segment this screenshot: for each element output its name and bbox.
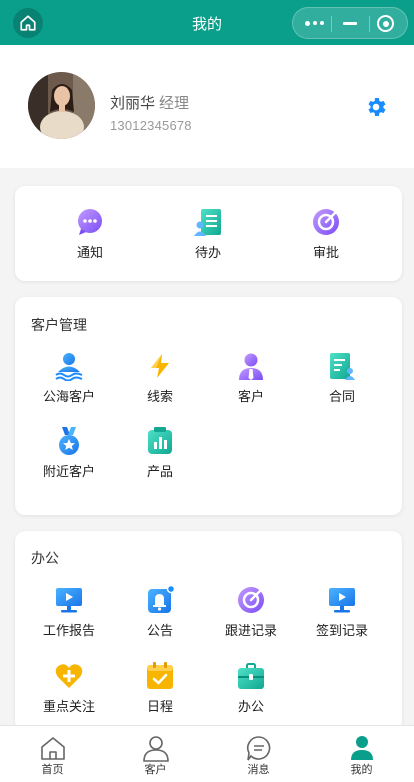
office-item-label: 跟进记录 [224, 623, 277, 638]
briefcase-icon [238, 663, 264, 689]
customer-item-label: 线索 [146, 389, 173, 404]
tab-messages[interactable]: 消息 [207, 726, 310, 782]
customer-item-contracts[interactable]: 合同 [297, 351, 387, 405]
profile-section: 刘丽华 经理 13012345678 [0, 45, 414, 168]
monitor-icon [329, 588, 355, 613]
user-name: 刘丽华 [110, 95, 156, 112]
approval-icon [313, 209, 339, 235]
office-item-check-in[interactable]: 签到记录 [297, 585, 387, 639]
product-chart-icon [148, 427, 172, 454]
bottom-tab-bar: 首页 客户 消息 我的 [0, 725, 414, 782]
office-card: 办公 工作报告 公告 跟进记录 签到记录 重点关注 日程 办公 [15, 531, 402, 731]
customer-icon [239, 353, 263, 380]
customer-management-card: 客户管理 公海客户 线索 客户 合同 附近客户 产品 [15, 297, 402, 515]
tab-customers[interactable]: 客户 [104, 726, 207, 782]
sea-customer-icon [55, 353, 83, 381]
home-icon [40, 737, 65, 760]
customer-item-leads[interactable]: 线索 [115, 351, 205, 405]
customer-item-customers[interactable]: 客户 [206, 351, 296, 405]
follow-up-icon [238, 587, 264, 613]
quick-actions-card: 通知 待办 审批 [15, 186, 402, 281]
customer-item-label: 客户 [237, 389, 264, 404]
office-item-office[interactable]: 办公 [206, 661, 296, 715]
minimize-button[interactable] [343, 22, 357, 25]
monitor-icon [56, 588, 82, 613]
quick-item-label: 待办 [194, 245, 221, 260]
office-item-announcement[interactable]: 公告 [115, 585, 205, 639]
settings-gear-icon[interactable] [364, 95, 388, 119]
tab-label: 我的 [350, 764, 373, 776]
calendar-icon [147, 662, 173, 689]
chat-icon [246, 736, 270, 761]
office-item-label: 办公 [237, 699, 264, 714]
mini-program-capsule [292, 7, 408, 39]
customer-item-products[interactable]: 产品 [115, 426, 205, 480]
customer-item-label: 产品 [146, 464, 173, 479]
quick-item-label: 通知 [76, 245, 103, 260]
close-button[interactable] [377, 15, 394, 32]
medal-icon [59, 427, 79, 455]
office-item-schedule[interactable]: 日程 [115, 661, 205, 715]
lightning-icon [151, 354, 169, 378]
office-item-key-focus[interactable]: 重点关注 [24, 661, 114, 715]
office-item-follow-up[interactable]: 跟进记录 [206, 585, 296, 639]
heart-plus-icon [55, 664, 83, 688]
tab-label: 客户 [144, 764, 167, 776]
user-phone: 13012345678 [110, 118, 192, 133]
user-role: 经理 [159, 95, 190, 112]
office-item-label: 日程 [146, 699, 173, 714]
contract-icon [330, 353, 355, 380]
task-list-icon [194, 209, 221, 236]
office-item-label: 工作报告 [42, 623, 95, 638]
office-item-work-report[interactable]: 工作报告 [24, 585, 114, 639]
quick-item-approval[interactable]: 审批 [281, 207, 371, 261]
office-item-label: 签到记录 [315, 623, 368, 638]
customer-item-label: 公海客户 [42, 389, 95, 404]
customer-item-label: 合同 [328, 389, 355, 404]
bell-icon [148, 585, 175, 613]
quick-item-todo[interactable]: 待办 [163, 207, 253, 261]
more-button[interactable] [305, 20, 324, 26]
user-name-line: 刘丽华 经理 [110, 92, 189, 113]
quick-item-label: 审批 [312, 245, 339, 260]
office-item-label: 公告 [146, 623, 173, 638]
user-icon [142, 736, 169, 762]
tab-label: 消息 [247, 764, 270, 776]
profile-icon [350, 736, 373, 760]
tab-label: 首页 [41, 764, 64, 776]
top-navigation-bar: 我的 [0, 0, 414, 45]
quick-item-notice[interactable]: 通知 [45, 207, 135, 261]
avatar[interactable] [28, 72, 95, 139]
message-bubble-icon [78, 209, 102, 235]
customer-item-public-pool[interactable]: 公海客户 [24, 351, 114, 405]
card-title: 办公 [31, 550, 59, 566]
office-item-label: 重点关注 [42, 699, 95, 714]
tab-home[interactable]: 首页 [1, 726, 104, 782]
customer-item-nearby[interactable]: 附近客户 [24, 426, 114, 480]
customer-item-label: 附近客户 [42, 464, 95, 479]
card-title: 客户管理 [31, 317, 87, 333]
tab-mine[interactable]: 我的 [310, 726, 413, 782]
